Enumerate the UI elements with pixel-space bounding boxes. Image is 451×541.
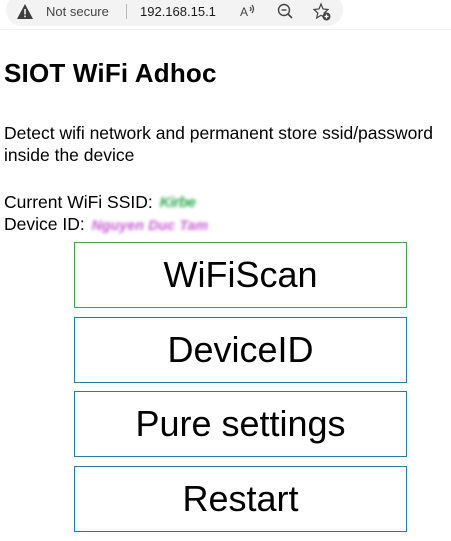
page-description: Detect wifi network and permanent store …	[4, 123, 433, 165]
read-aloud-icon[interactable]: A	[238, 2, 258, 22]
device-id-label: Device ID:	[4, 214, 85, 234]
ssid-label: Current WiFi SSID:	[4, 192, 153, 212]
warning-triangle-icon[interactable]	[16, 3, 34, 20]
browser-address-bar: Not secure 192.168.15.1 A	[0, 0, 451, 30]
wifiscan-button[interactable]: WiFiScan	[74, 242, 407, 308]
svg-text:A: A	[240, 5, 248, 19]
deviceid-button[interactable]: DeviceID	[74, 317, 407, 383]
pure-settings-button[interactable]: Pure settings	[74, 391, 407, 457]
current-ssid-line: Current WiFi SSID: Kirbe	[4, 192, 196, 213]
not-secure-label[interactable]: Not secure	[46, 4, 109, 19]
url-text[interactable]: 192.168.15.1	[140, 4, 216, 19]
page-title: SIOT WiFi Adhoc	[4, 58, 217, 88]
ssid-value: Kirbe	[159, 194, 196, 212]
device-id-value: Nguyen Duc Tam	[91, 217, 209, 234]
address-separator	[126, 4, 127, 19]
restart-button[interactable]: Restart	[74, 466, 407, 532]
zoom-out-icon[interactable]	[276, 2, 296, 22]
device-id-line: Device ID: Nguyen Duc Tam	[4, 214, 208, 235]
add-favorite-icon[interactable]	[312, 2, 332, 22]
